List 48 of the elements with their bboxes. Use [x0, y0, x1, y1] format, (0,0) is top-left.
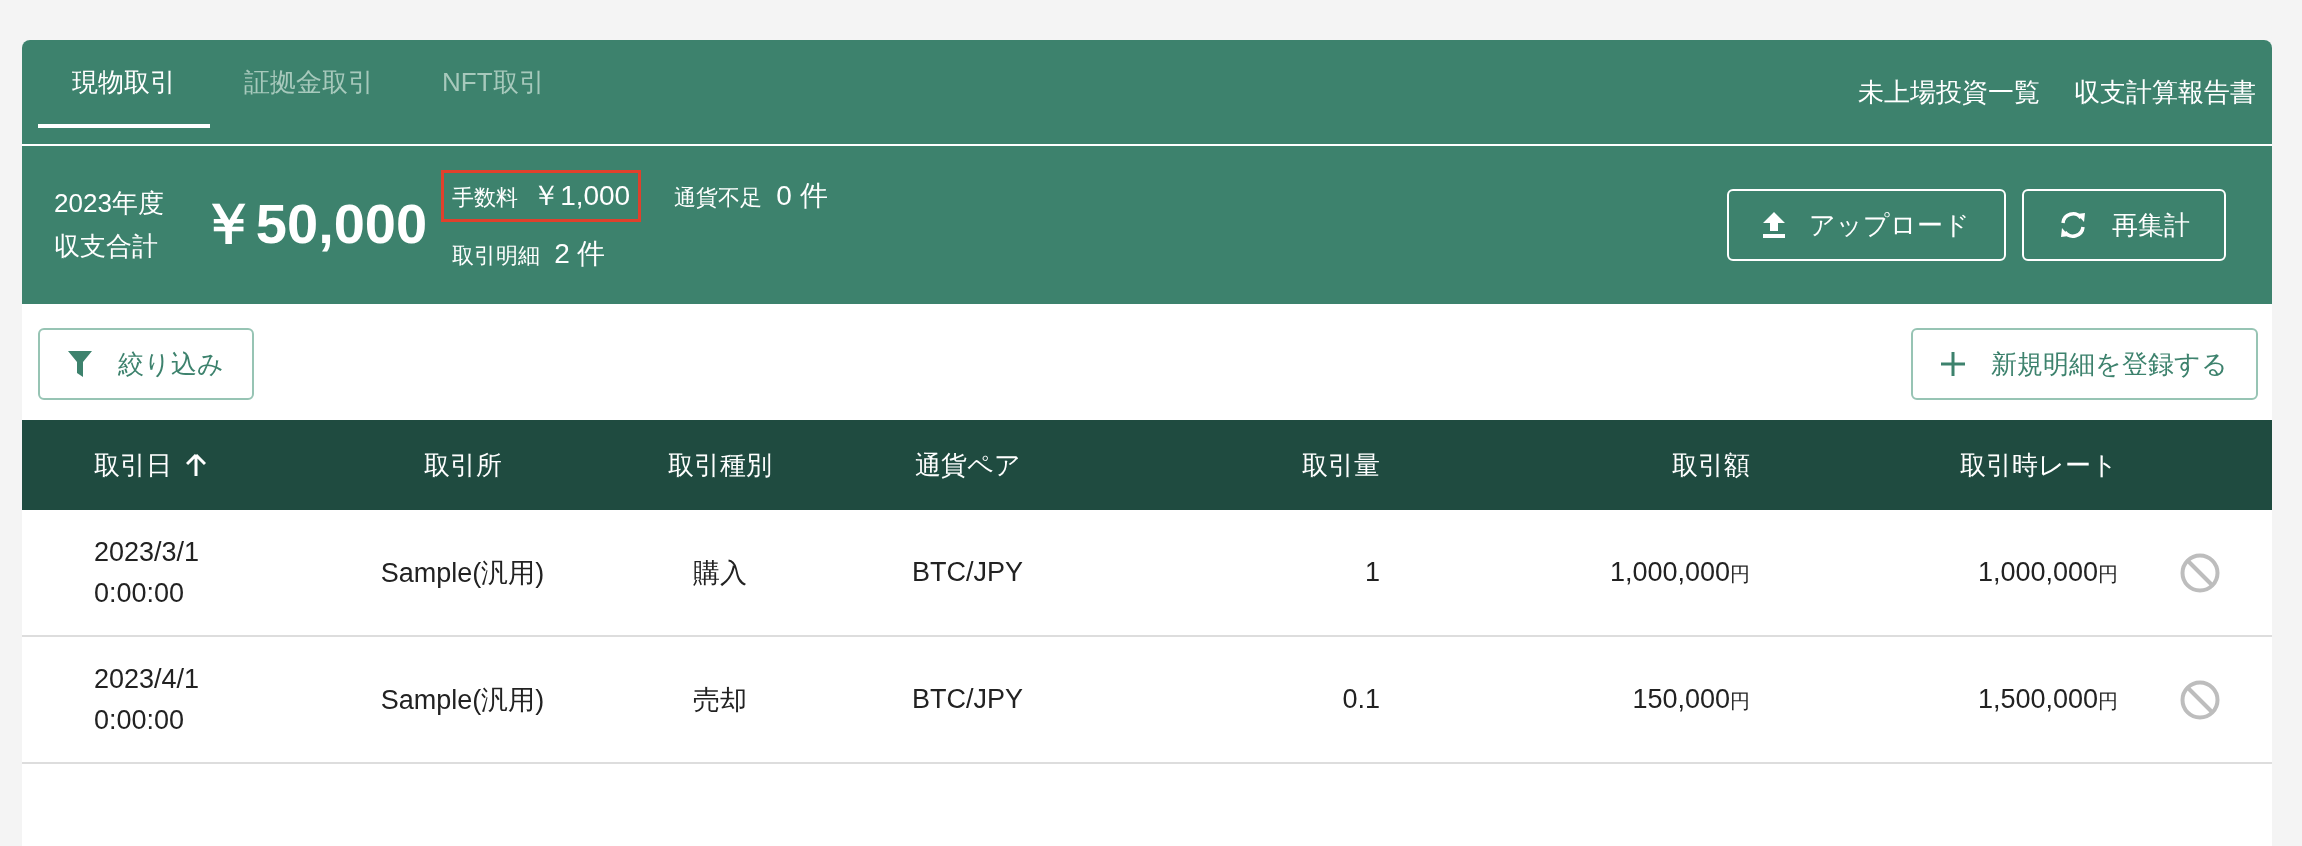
table-cell: 1,500,000円: [1977, 684, 2118, 715]
time-text: 0:00:00: [94, 704, 186, 736]
total-amount: ￥50,000: [199, 191, 428, 257]
table-cell: 1: [1364, 557, 1380, 588]
plus-icon: [1941, 352, 1965, 376]
table-cell: 1,000,000円: [1977, 557, 2118, 588]
filter-button[interactable]: 絞り込み: [38, 328, 254, 400]
stat-label: 通貨不足: [674, 184, 763, 212]
sort-up-icon[interactable]: [186, 454, 206, 476]
column-header: 取引日: [94, 448, 172, 482]
refresh-button[interactable]: 再集計: [2022, 189, 2226, 261]
column-header: 取引所: [423, 448, 502, 482]
column-header: 取引種別: [668, 448, 772, 482]
table-cell-text: Sample(汎用): [380, 683, 545, 717]
table-cell: BTC/JPY: [912, 557, 1023, 588]
tab[interactable]: 現物取引: [38, 40, 210, 128]
add-button[interactable]: 新規明細を登録する: [1911, 328, 2258, 400]
table-cell: 150,000円: [1632, 684, 1750, 715]
date-text: 2023/3/1: [94, 536, 201, 568]
table-cell-text: 購入: [693, 556, 747, 590]
tab[interactable]: 証拠金取引: [210, 40, 408, 128]
header-link[interactable]: 収支計算報告書: [2074, 74, 2256, 110]
prohibited-icon[interactable]: [2180, 552, 2220, 593]
column-header: 取引量: [1302, 448, 1380, 482]
prohibited-icon[interactable]: [2180, 679, 2220, 720]
header-link[interactable]: 未上場投資一覧: [1858, 74, 2040, 110]
summary-label: 2023年度: [54, 187, 164, 220]
column-header: 通貨ペア: [914, 448, 1021, 482]
column-header: 取引額: [1672, 448, 1750, 482]
stat-label: 取引明細: [452, 242, 541, 270]
upload-button[interactable]: アップロード: [1727, 189, 2006, 261]
table-cell-text: 売却: [693, 683, 747, 717]
stat-value: 0 件: [776, 179, 828, 213]
refresh-icon: [2058, 211, 2088, 239]
stat-value: ￥1,000: [532, 179, 631, 213]
table-cell: 0.1: [1342, 684, 1380, 715]
stat-value: 2 件: [554, 237, 606, 271]
filter-icon: [68, 351, 92, 377]
table-cell: 1,000,000円: [1609, 557, 1750, 588]
summary-label: 収支合計: [54, 230, 159, 263]
table-cell: BTC/JPY: [912, 684, 1023, 715]
stat-label: 手数料: [452, 184, 519, 212]
table-cell-text: Sample(汎用): [380, 556, 545, 590]
date-text: 2023/4/1: [94, 663, 201, 695]
tab[interactable]: NFT取引: [408, 40, 579, 128]
time-text: 0:00:00: [94, 577, 186, 609]
column-header: 取引時レート: [1960, 448, 2118, 482]
upload-icon: [1763, 212, 1785, 238]
